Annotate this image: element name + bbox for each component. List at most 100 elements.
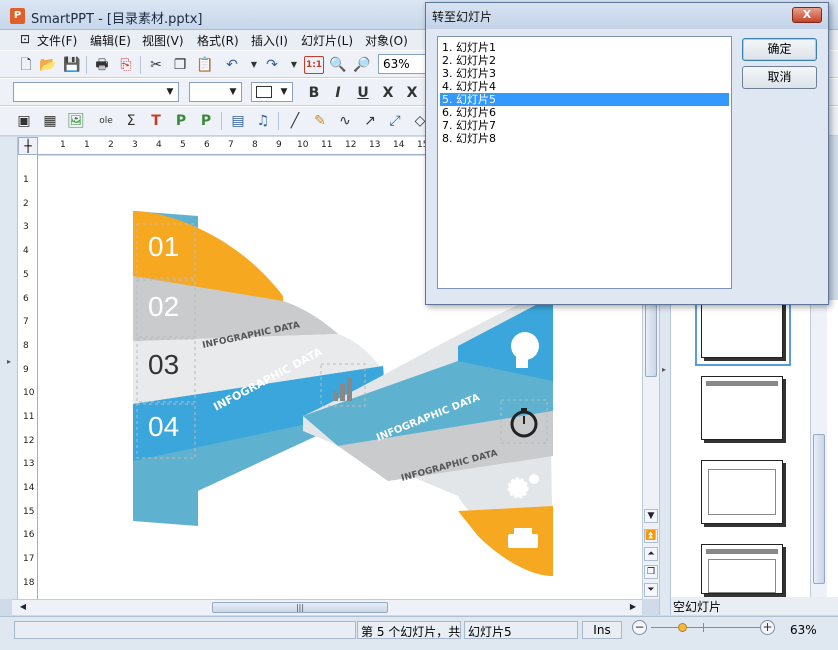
table-icon[interactable]: ▦: [40, 112, 60, 130]
goto-slide-icon[interactable]: ❐: [644, 565, 658, 579]
font-size-combo[interactable]: ▼: [189, 82, 242, 102]
ruler-tick: 9: [276, 140, 282, 150]
ruler-tick: 2: [108, 140, 114, 150]
next-slide-icon[interactable]: ⏷: [644, 583, 658, 597]
panel-collapse-handle[interactable]: ▸: [7, 357, 11, 366]
menu-edit[interactable]: 编辑(E): [90, 32, 131, 49]
pen-tool-icon[interactable]: ✎: [310, 112, 330, 130]
slide-thumbnail[interactable]: [701, 460, 783, 524]
connector-tool-icon[interactable]: ⤢: [385, 112, 405, 130]
text-frame-icon[interactable]: T: [146, 112, 166, 130]
pdf-export-icon[interactable]: ⎘: [116, 56, 136, 74]
zoom-combo[interactable]: 63%: [378, 54, 426, 74]
placeholder-icon[interactable]: P: [171, 112, 191, 130]
subscript-button[interactable]: X: [402, 84, 422, 102]
undo-dropdown-icon[interactable]: ▼: [244, 56, 264, 74]
menu-file[interactable]: 文件(F): [37, 32, 77, 49]
ruler-corner[interactable]: ┼: [18, 137, 38, 155]
formula-icon[interactable]: Σ: [121, 112, 141, 130]
open-folder-icon[interactable]: 📂: [38, 56, 58, 74]
ruler-tick: 12: [345, 140, 357, 150]
copy-icon[interactable]: ❐: [170, 56, 190, 74]
number-03: 03: [148, 349, 179, 380]
slide-position-status: 第 5 个幻灯片，共: [357, 621, 461, 639]
slide-thumbnail[interactable]: [701, 376, 783, 440]
slide-list-item[interactable]: 1. 幻灯片1: [440, 41, 729, 54]
curve-tool-icon[interactable]: ∿: [335, 112, 355, 130]
scroll-left-icon[interactable]: ◀: [16, 601, 30, 614]
toolbar-separator: [86, 56, 87, 74]
arrow-tool-icon[interactable]: ↗: [360, 112, 380, 130]
ruler-tick: 1: [23, 175, 29, 185]
underline-button[interactable]: U: [353, 84, 373, 102]
cancel-button[interactable]: 取消: [742, 66, 817, 89]
save-icon[interactable]: 💾: [62, 56, 82, 74]
thumbnail-content-frame: [708, 559, 776, 593]
slide-thumbnail[interactable]: [701, 300, 783, 358]
slide-list-item[interactable]: 4. 幻灯片4: [440, 80, 729, 93]
ruler-tick: 13: [23, 459, 35, 469]
select-frame-icon[interactable]: ▣: [14, 112, 34, 130]
picture-placeholder-icon[interactable]: P: [196, 112, 216, 130]
zoom-slider-knob[interactable]: [678, 623, 687, 632]
paste-icon[interactable]: 📋: [195, 56, 215, 74]
new-file-icon[interactable]: 🗋: [16, 56, 36, 74]
left-panel-strip: ▸: [0, 137, 18, 599]
menu-object[interactable]: 对象(O): [365, 32, 408, 49]
vertical-ruler: 1 2 3 4 5 6 7 8 9 10 11 12 13 14 15 16 1…: [18, 155, 38, 599]
ole-object-icon[interactable]: ole: [96, 112, 116, 130]
menu-format[interactable]: 格式(R): [197, 32, 239, 49]
ruler-tick: 3: [23, 222, 29, 232]
ruler-tick: 4: [156, 140, 162, 150]
ok-button[interactable]: 确定: [742, 38, 817, 61]
ruler-tick: 5: [180, 140, 186, 150]
zoom-fit-icon[interactable]: 🔍: [328, 56, 348, 74]
slide-list-item[interactable]: 7. 幻灯片7: [440, 119, 729, 132]
zoom-slider-track[interactable]: [651, 627, 761, 628]
ruler-tick: 3: [132, 140, 138, 150]
first-slide-icon[interactable]: ⏫: [644, 529, 658, 543]
status-bar: 第 5 个幻灯片，共 幻灯片5 Ins − + 63%: [0, 616, 838, 650]
zoom-icon[interactable]: 🔎: [352, 56, 372, 74]
scroll-right-icon[interactable]: ▶: [626, 601, 640, 614]
actual-size-icon[interactable]: 1:1: [304, 56, 324, 74]
slide-list-item-selected[interactable]: 5. 幻灯片5: [440, 93, 729, 106]
scroll-down-icon[interactable]: ▼: [644, 509, 658, 523]
line-tool-icon[interactable]: ╱: [285, 112, 305, 130]
close-icon[interactable]: X: [792, 7, 822, 23]
slide-list-item[interactable]: 8. 幻灯片8: [440, 132, 729, 145]
redo-dropdown-icon[interactable]: ▼: [284, 56, 304, 74]
thumbnail-scroll-thumb[interactable]: [813, 434, 825, 584]
slide-list[interactable]: 1. 幻灯片1 2. 幻灯片2 3. 幻灯片3 4. 幻灯片4 5. 幻灯片5 …: [437, 36, 732, 289]
print-icon[interactable]: 🖶: [92, 56, 112, 74]
splitter-handle-icon[interactable]: ▸: [662, 365, 666, 374]
horizontal-scroll-thumb[interactable]: |||: [212, 602, 388, 613]
cut-icon[interactable]: ✂: [146, 56, 166, 74]
undo-icon[interactable]: ↶: [222, 56, 242, 74]
editor-horizontal-scrollbar[interactable]: ◀ ||| ▶: [12, 599, 642, 615]
redo-icon[interactable]: ↷: [262, 56, 282, 74]
menu-view[interactable]: 视图(V): [142, 32, 184, 49]
dialog-title: 转至幻灯片: [432, 10, 493, 24]
ruler-tick: 15: [23, 507, 35, 517]
thumbnail-scrollbar[interactable]: [810, 300, 827, 600]
fill-color-combo[interactable]: ▼: [251, 82, 293, 102]
bold-button[interactable]: B: [304, 84, 324, 102]
slide-list-item[interactable]: 6. 幻灯片6: [440, 106, 729, 119]
zoom-out-icon[interactable]: −: [632, 620, 647, 635]
menu-insert[interactable]: 插入(I): [251, 32, 288, 49]
previous-slide-icon[interactable]: ⏶: [644, 547, 658, 561]
zoom-in-icon[interactable]: +: [760, 620, 775, 635]
slide-thumbnail[interactable]: [701, 544, 783, 594]
image-icon[interactable]: 🖼: [66, 112, 86, 130]
slide-list-item[interactable]: 3. 幻灯片3: [440, 67, 729, 80]
goto-slide-dialog: 转至幻灯片 X 1. 幻灯片1 2. 幻灯片2 3. 幻灯片3 4. 幻灯片4 …: [425, 2, 829, 305]
strikethrough-button[interactable]: X: [378, 84, 398, 102]
sound-icon[interactable]: ♫: [253, 112, 273, 130]
menu-slide[interactable]: 幻灯片(L): [301, 32, 353, 49]
slide-list-item[interactable]: 2. 幻灯片2: [440, 54, 729, 67]
movie-icon[interactable]: ▤: [228, 112, 248, 130]
chevron-down-icon: ▼: [166, 87, 174, 97]
italic-button[interactable]: I: [328, 84, 348, 102]
font-name-combo[interactable]: ▼: [13, 82, 179, 102]
